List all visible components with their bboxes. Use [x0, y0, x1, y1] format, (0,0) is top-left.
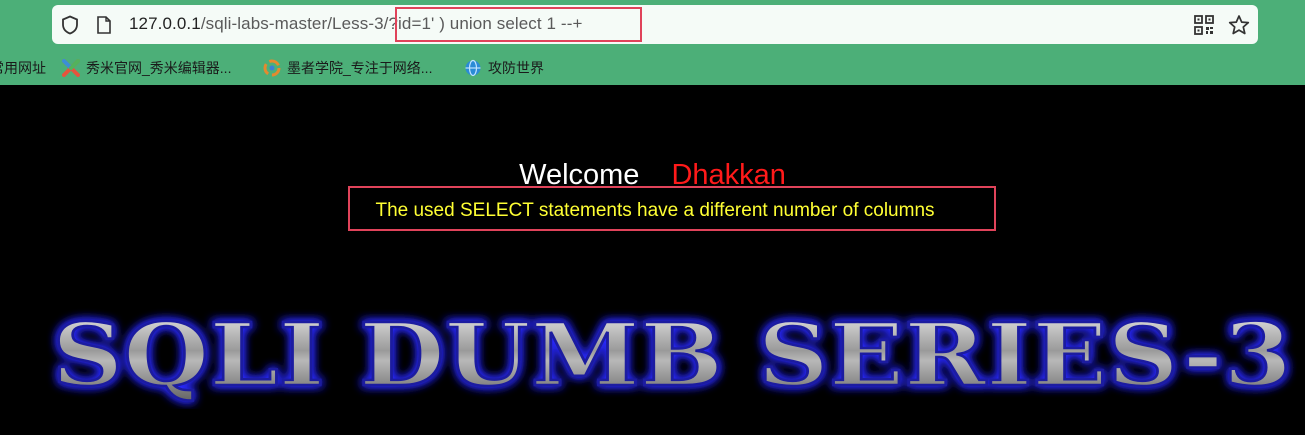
bookmark-common[interactable]: 常用网址	[0, 58, 46, 78]
url-host: 127.0.0.1	[129, 14, 201, 33]
page-content: Welcome Dhakkan The used SELECT statement…	[0, 85, 1305, 435]
banner-title: SQLI DUMB SERIES-3	[52, 305, 1292, 406]
bookmark-label: 常用网址	[0, 60, 46, 76]
sql-error-message: The used SELECT statements have a differ…	[375, 200, 935, 221]
star-icon[interactable]	[1228, 14, 1250, 36]
browser-chrome: 127.0.0.1/sqli-labs-master/Less-3/?id=1'…	[0, 0, 1305, 85]
bookmark-gongfang[interactable]: 攻防世界	[464, 58, 544, 78]
mozhe-icon	[263, 59, 281, 77]
xiumi-icon	[62, 59, 80, 77]
bookmark-label: 秀米官网_秀米编辑器...	[86, 60, 232, 76]
shield-icon[interactable]	[60, 15, 80, 35]
address-bar[interactable]: 127.0.0.1/sqli-labs-master/Less-3/?id=1'…	[52, 5, 1258, 44]
page-icon	[97, 16, 111, 34]
bookmark-mozhe[interactable]: 墨者学院_专注于网络...	[263, 58, 432, 78]
bookmark-label: 墨者学院_专注于网络...	[287, 60, 433, 76]
qr-code-icon[interactable]	[1194, 15, 1214, 35]
bookmark-xiumi[interactable]: 秀米官网_秀米编辑器...	[62, 58, 231, 78]
url-injection-highlight	[395, 7, 642, 42]
bookmark-label: 攻防世界	[488, 60, 544, 76]
bookmarks-bar: 常用网址 秀米官网_秀米编辑器... 墨者学院_专注于网络... 攻防世界	[0, 52, 1305, 82]
series-banner: SQLI DUMB SERIES-3	[51, 304, 1294, 408]
globe-icon	[465, 59, 481, 77]
